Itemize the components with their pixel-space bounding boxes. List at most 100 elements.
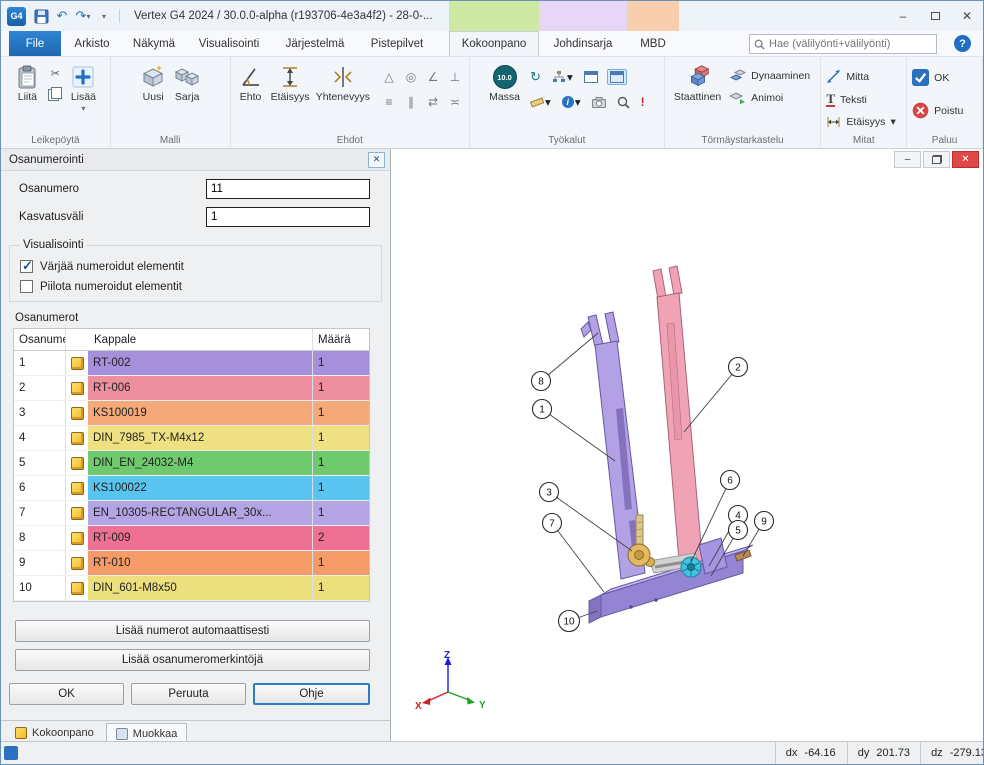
part-base-beam[interactable] [589, 538, 753, 623]
distance-measure-button[interactable]: Etäisyys ▾ [823, 113, 906, 131]
table-row[interactable]: 8 RT-009 2 [14, 526, 369, 551]
doc-minimize-button[interactable]: – [894, 151, 921, 168]
text-button[interactable]: T Teksti [823, 90, 906, 109]
tab-johdinsarja[interactable]: Johdinsarja [539, 31, 627, 56]
quick-access-toolbar: ↶ ↷▾ ▾ [33, 7, 122, 25]
tab-jarjestelma[interactable]: Järjestelmä [273, 31, 357, 56]
part-right-arm[interactable] [653, 266, 703, 573]
add-part-button[interactable]: Lisää ▾ [67, 60, 99, 114]
minimize-icon: – [900, 9, 907, 23]
copy-button[interactable] [45, 85, 65, 103]
axis-z-label: Z [444, 650, 450, 661]
coincidence-button[interactable]: Yhtenevyys [314, 60, 372, 105]
window-view-button[interactable] [582, 70, 600, 84]
constraint-swap-button[interactable]: ⇄ [423, 92, 443, 112]
doc-close-button[interactable]: ✕ [952, 151, 979, 168]
measure-button[interactable]: Mitta [823, 67, 906, 86]
doc-restore-button[interactable] [923, 151, 950, 168]
zoom-tool-button[interactable] [615, 95, 632, 110]
tab-mbd[interactable]: MBD [627, 31, 679, 56]
table-row[interactable]: 3 KS100019 1 [14, 401, 369, 426]
static-collision-button[interactable]: Staattinen [672, 60, 723, 105]
series-button[interactable]: Sarja [171, 60, 203, 105]
tab-kokoonpano[interactable]: Kokoonpano [449, 31, 539, 56]
add-balloon-annotations-button[interactable]: Lisää osanumeromerkintöjä [15, 649, 370, 671]
exit-button[interactable]: Poistu [909, 100, 982, 121]
undo-button[interactable]: ↶ [54, 7, 70, 25]
constraint-equal-button[interactable]: ≡ [379, 92, 399, 112]
table-row[interactable]: 1 RT-002 1 [14, 351, 369, 376]
add-numbers-auto-button[interactable]: Lisää numerot automaattisesti [15, 620, 370, 642]
close-button[interactable]: ✕ [951, 1, 983, 31]
refresh-button[interactable]: ↻ [528, 68, 543, 86]
table-row[interactable]: 6 KS100022 1 [14, 476, 369, 501]
status-app-icon[interactable] [4, 746, 18, 760]
constraint-angle-button[interactable]: △ [379, 67, 399, 87]
dialog-close-button[interactable]: ✕ [368, 152, 385, 168]
customize-toolbar-button[interactable]: ▾ [96, 7, 112, 25]
constraint-perpendicular-button[interactable]: ⊥ [445, 67, 465, 87]
mass-button[interactable]: 10.0 Massa [487, 60, 522, 105]
panel-tab-muokkaa[interactable]: Muokkaa [106, 723, 188, 743]
piilota-checkbox[interactable] [20, 280, 33, 293]
dialog-help-button[interactable]: Ohje [253, 683, 370, 705]
balloon-2[interactable]: 2 [684, 358, 748, 433]
model-viewport[interactable]: – ✕ [391, 149, 984, 743]
part-left-arm[interactable] [581, 312, 645, 579]
constraint-parallel-button[interactable]: ∥ [401, 92, 421, 112]
balloon-9[interactable]: 9 [743, 512, 774, 557]
window-view-active-button[interactable] [607, 69, 627, 85]
part-icon [71, 582, 84, 595]
snapshot-button[interactable] [590, 96, 608, 109]
search-box[interactable] [749, 34, 937, 54]
table-row[interactable]: 7 EN_10305-RECTANGULAR_30x... 1 [14, 501, 369, 526]
dialog-cancel-button[interactable]: Peruuta [131, 683, 246, 705]
ok-button[interactable]: OK [909, 67, 982, 88]
warnings-button[interactable]: ! [639, 94, 647, 110]
constraint-button[interactable]: Ehto [235, 60, 267, 105]
constraint-concentric-button[interactable]: ◎ [401, 67, 421, 87]
panel-tab-kokoonpano[interactable]: Kokoonpano [6, 723, 103, 743]
tab-arkisto[interactable]: Arkisto [61, 31, 123, 56]
balloon-8[interactable]: 8 [532, 333, 599, 391]
dynamic-collision-button[interactable]: Dynaaminen [727, 67, 813, 85]
redo-button[interactable]: ↷▾ [75, 7, 91, 25]
ctx-accent-kokoonpano [449, 1, 539, 31]
maximize-button[interactable] [919, 1, 951, 31]
tab-visualisointi[interactable]: Visualisointi [185, 31, 273, 56]
search-input[interactable] [769, 38, 932, 50]
piilota-checkbox-row[interactable]: Piilota numeroidut elementit [20, 280, 371, 293]
constraint-symmetric-button[interactable]: ≍ [445, 92, 465, 112]
distance-constraint-button[interactable]: Etäisyys [269, 60, 312, 105]
camera-icon [592, 97, 606, 108]
paste-button[interactable]: Liitä [11, 60, 43, 105]
table-row[interactable]: 5 DIN_EN_24032-M4 1 [14, 451, 369, 476]
table-row[interactable]: 4 DIN_7985_TX-M4x12 1 [14, 426, 369, 451]
new-model-button[interactable]: Uusi [137, 60, 169, 105]
info-button[interactable]: i ▾ [560, 94, 583, 110]
table-row[interactable]: 9 RT-010 1 [14, 551, 369, 576]
dialog-titlebar[interactable]: Osanumerointi ✕ [1, 149, 390, 171]
save-button[interactable] [33, 7, 49, 25]
tab-file[interactable]: File [9, 31, 61, 56]
kasvatusvali-input[interactable] [206, 207, 370, 227]
varjaa-checkbox[interactable] [20, 260, 33, 273]
animate-button[interactable]: Animoi [727, 89, 813, 107]
tab-pistepilvet[interactable]: Pistepilvet [357, 31, 437, 56]
minimize-button[interactable]: – [887, 1, 919, 31]
table-row[interactable]: 10 DIN_601-M8x50 1 [14, 576, 369, 601]
cut-button[interactable]: ✂ [45, 64, 65, 82]
tab-nakyma[interactable]: Näkymä [123, 31, 185, 56]
constraint-measure-button[interactable]: ∠ [423, 67, 443, 87]
ruler-tool-button[interactable]: ▾ [528, 94, 553, 110]
table-row[interactable]: 2 RT-006 1 [14, 376, 369, 401]
part-cyan-knob[interactable] [681, 557, 701, 577]
scene-svg[interactable]: 1 2 3 4 5 6 7 8 9 [391, 149, 984, 743]
balloon-7[interactable]: 7 [543, 514, 605, 593]
help-button[interactable]: ? [954, 35, 971, 52]
dialog-ok-button[interactable]: OK [9, 683, 124, 705]
varjaa-checkbox-row[interactable]: Värjää numeroidut elementit [20, 260, 371, 273]
ruler-icon [530, 95, 544, 109]
structure-button[interactable]: ▾ [550, 69, 575, 85]
osanumero-input[interactable] [206, 179, 370, 199]
